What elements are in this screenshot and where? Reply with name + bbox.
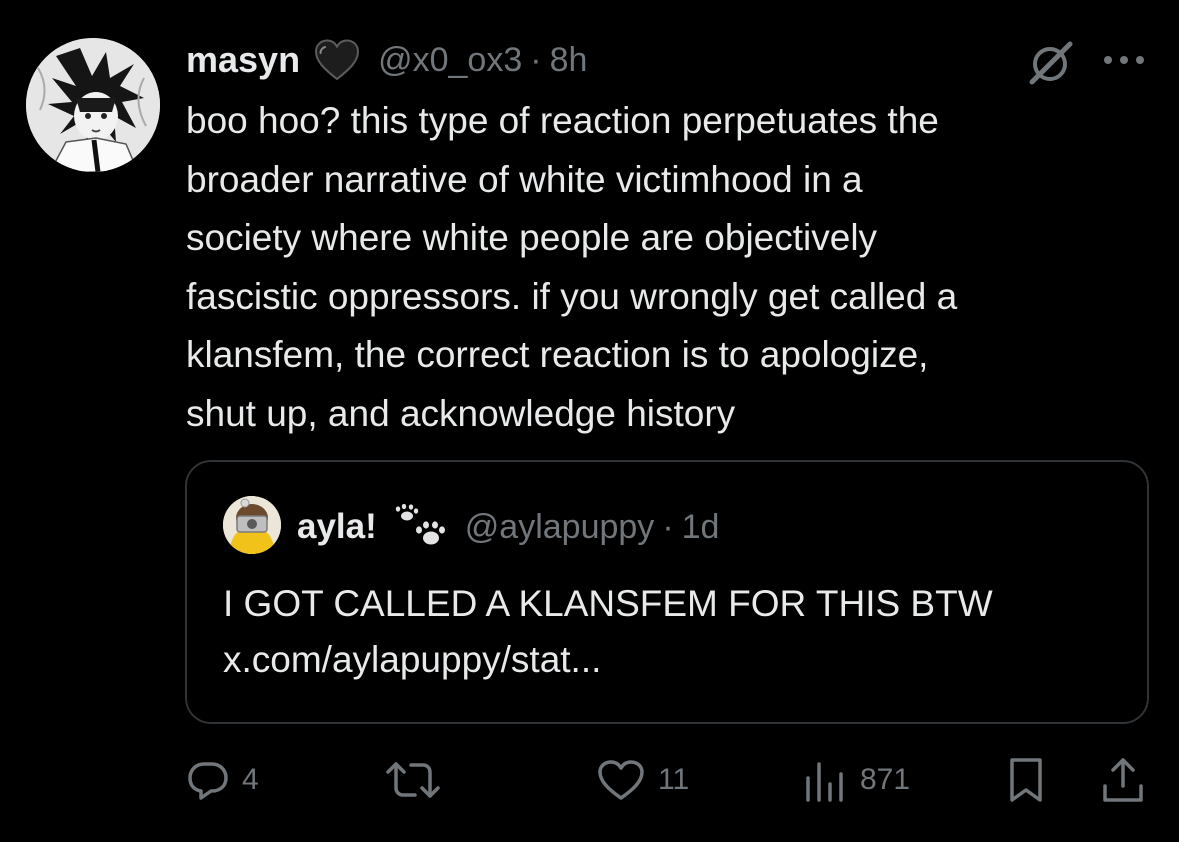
action-bar: 4 11 871 xyxy=(0,750,1179,810)
author-name[interactable]: masyn xyxy=(186,39,300,81)
quote-author-avatar[interactable] xyxy=(223,496,281,554)
quote-text: I GOT CALLED A KLANSFEM FOR THIS BTW x.c… xyxy=(223,583,993,680)
reply-button[interactable]: 4 xyxy=(186,750,259,810)
like-button[interactable]: 11 xyxy=(596,750,689,810)
post-text: boo hoo? this type of reaction perpetuat… xyxy=(186,100,958,434)
author-handle[interactable]: @x0_ox3 xyxy=(378,41,522,80)
retweet-button[interactable] xyxy=(384,750,442,810)
post-time[interactable]: 8h xyxy=(550,41,588,80)
post-header: masyn @x0_ox3 · 8h xyxy=(186,36,587,84)
quote-author-handle[interactable]: @aylapuppy xyxy=(465,508,655,547)
more-icon[interactable] xyxy=(1100,40,1148,80)
bookmark-icon xyxy=(1006,756,1046,804)
quote-author-name[interactable]: ayla! xyxy=(297,507,377,547)
quote-header: ayla! @aylapuppy · 1d xyxy=(297,502,719,552)
retweet-icon xyxy=(384,758,442,802)
reply-count: 4 xyxy=(242,763,259,796)
view-count: 871 xyxy=(860,763,911,796)
views-button[interactable]: 871 xyxy=(802,750,910,810)
grok-icon[interactable] xyxy=(1022,40,1078,86)
views-icon xyxy=(802,758,848,802)
quote-separator-dot: · xyxy=(662,507,674,546)
share-button[interactable] xyxy=(1100,750,1146,810)
author-avatar[interactable] xyxy=(26,38,160,172)
black-heart-icon xyxy=(314,39,360,81)
like-count: 11 xyxy=(658,763,690,796)
like-icon xyxy=(596,758,646,802)
share-icon xyxy=(1100,756,1146,804)
separator-dot: · xyxy=(530,40,542,79)
reply-icon xyxy=(186,758,230,802)
quoted-post[interactable]: ayla! @aylapuppy · 1d I GOT CALLED A KLA… xyxy=(185,460,1149,724)
quote-time[interactable]: 1d xyxy=(682,508,720,547)
paw-prints-icon xyxy=(393,503,451,550)
bookmark-button[interactable] xyxy=(1006,750,1046,810)
